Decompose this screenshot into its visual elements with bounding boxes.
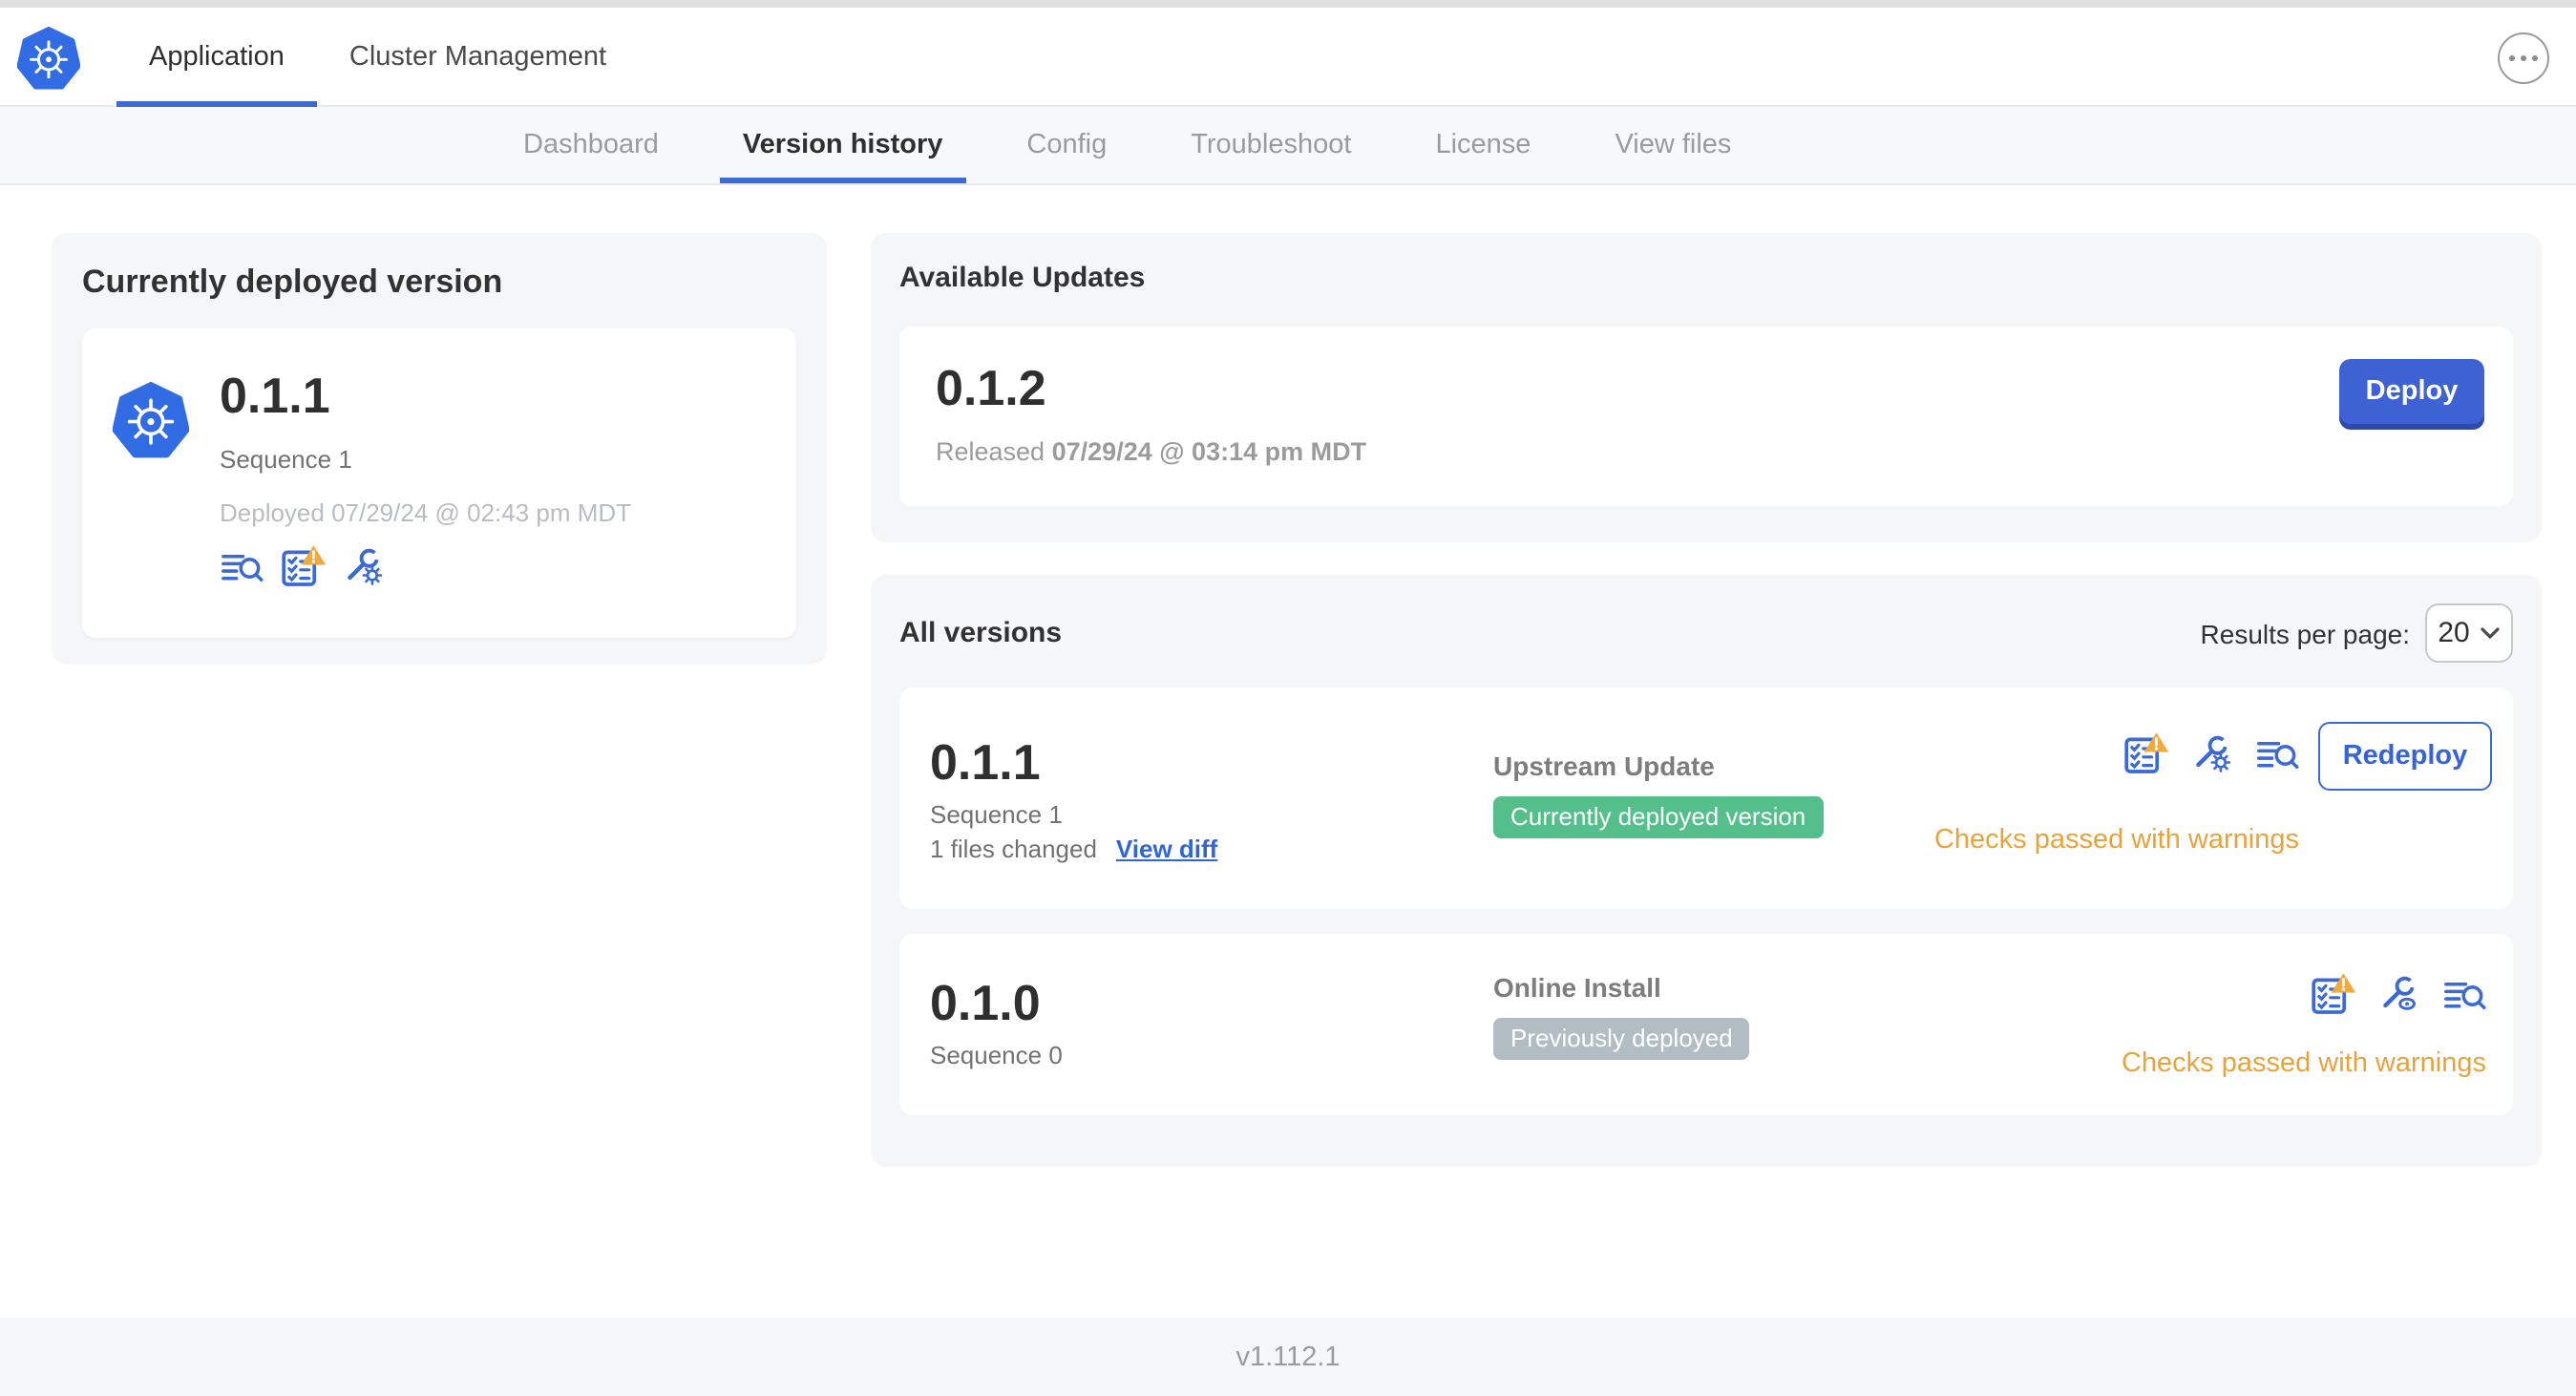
currently-deployed-title: Currently deployed version [82, 264, 503, 300]
row-version-number: 0.1.1 [930, 733, 1041, 791]
released-label: Released [936, 437, 1045, 466]
currently-deployed-badge: Currently deployed version [1493, 796, 1824, 838]
view-diff-link[interactable]: View diff [1116, 835, 1217, 863]
preflight-checks-warning-icon[interactable] [281, 544, 327, 586]
tab-dashboard[interactable]: Dashboard [481, 107, 701, 183]
deploy-logs-icon[interactable] [2255, 737, 2299, 773]
view-config-eye-icon[interactable] [2379, 972, 2419, 1014]
results-per-page-label: Results per page: [2200, 618, 2410, 648]
currently-deployed-card: 0.1.1 Sequence 1 Deployed 07/29/24 @ 02:… [82, 328, 796, 638]
current-version-deployed-date: Deployed 07/29/24 @ 02:43 pm MDT [220, 498, 632, 527]
deploy-button[interactable]: Deploy [2339, 359, 2484, 424]
app-header: Application Cluster Management [0, 8, 2576, 107]
chevron-down-icon [2481, 627, 2501, 640]
results-per-page: Results per page: 20 [2201, 603, 2513, 663]
available-updates-title: Available Updates [899, 262, 1146, 294]
tab-application[interactable]: Application [116, 8, 317, 107]
kubernetes-logo-icon [17, 27, 80, 90]
preflight-status-text[interactable]: Checks passed with warnings [1934, 825, 2299, 856]
version-history-main: Available Updates 0.1.2 Released 07/29/2… [871, 233, 2542, 1167]
row-sequence: Sequence 1 [930, 800, 1063, 829]
version-row-0-1-1: 0.1.1 Sequence 1 1 files changed View di… [899, 687, 2513, 909]
row-source-label: Upstream Update [1493, 751, 1715, 781]
row-sequence: Sequence 0 [930, 1041, 1063, 1069]
row-action-icons [2123, 731, 2299, 773]
update-version-number: 0.1.2 [936, 359, 1046, 416]
preflight-checks-warning-icon[interactable] [2123, 731, 2169, 773]
tab-version-history[interactable]: Version history [701, 107, 985, 183]
results-per-page-select[interactable]: 20 [2425, 603, 2513, 663]
deploy-logs-icon[interactable] [2442, 978, 2486, 1014]
window-top-edge [0, 0, 2576, 8]
row-source-label: Online Install [1493, 972, 1661, 1003]
app-level-tabs: Application Cluster Management [116, 8, 639, 107]
tab-cluster-management[interactable]: Cluster Management [317, 8, 639, 105]
tab-license[interactable]: License [1393, 107, 1573, 183]
kots-admin-console: Application Cluster Management Dashboard… [0, 0, 2576, 1396]
all-versions-title: All versions [899, 617, 1063, 649]
kubernetes-app-icon [113, 382, 189, 458]
current-version-actions [220, 544, 631, 586]
config-gear-icon[interactable] [344, 544, 384, 586]
preflight-status-text[interactable]: Checks passed with warnings [2122, 1048, 2486, 1079]
currently-deployed-panel: Currently deployed version 0.1.1 Sequenc… [52, 233, 827, 665]
tab-view-files[interactable]: View files [1573, 107, 1773, 183]
app-subnav: Dashboard Version history Config Trouble… [0, 107, 2576, 185]
tab-config[interactable]: Config [984, 107, 1149, 183]
available-updates-panel: Available Updates 0.1.2 Released 07/29/2… [871, 233, 2542, 542]
tab-troubleshoot[interactable]: Troubleshoot [1149, 107, 1393, 183]
previously-deployed-badge: Previously deployed [1493, 1018, 1750, 1060]
header-actions [2498, 32, 2549, 84]
row-version-number: 0.1.0 [930, 974, 1041, 1031]
current-version-number: 0.1.1 [220, 367, 330, 424]
update-released-date: Released 07/29/24 @ 03:14 pm MDT [936, 437, 2484, 466]
results-per-page-value: 20 [2438, 617, 2470, 649]
all-versions-panel: All versions Results per page: 20 0.1.1 … [871, 575, 2542, 1167]
row-action-icons [2311, 972, 2486, 1014]
version-row-0-1-0: 0.1.0 Sequence 0 Online Install Previous… [899, 934, 2513, 1115]
released-date: 07/29/24 @ 03:14 pm MDT [1051, 437, 1367, 466]
preflight-checks-warning-icon[interactable] [2311, 972, 2356, 1014]
files-changed-label: 1 files changed [930, 835, 1097, 863]
config-gear-icon[interactable] [2192, 731, 2232, 773]
available-update-card: 0.1.2 Released 07/29/24 @ 03:14 pm MDT D… [899, 327, 2513, 506]
ellipsis-menu-icon[interactable] [2498, 32, 2549, 84]
console-version-label: v1.112.1 [1235, 1342, 1341, 1372]
deploy-logs-icon[interactable] [220, 550, 264, 586]
redeploy-button[interactable]: Redeploy [2318, 722, 2492, 791]
console-footer: v1.112.1 [0, 1318, 2576, 1396]
current-version-sequence: Sequence 1 [220, 445, 352, 474]
